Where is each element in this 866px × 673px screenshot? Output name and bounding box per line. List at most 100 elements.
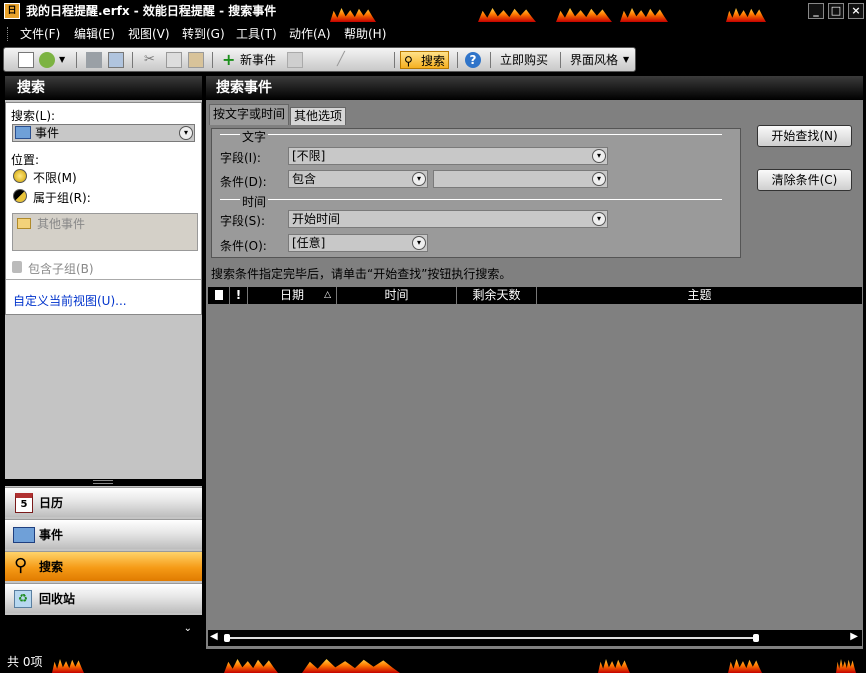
- radio-group-label[interactable]: 属于组(R):: [33, 189, 91, 206]
- radio-unlimited-label[interactable]: 不限(M): [33, 169, 77, 186]
- add-icon[interactable]: +: [222, 51, 235, 69]
- chevron-down-icon[interactable]: ▾: [592, 149, 606, 163]
- clear-criteria-button[interactable]: 清除条件(C): [757, 169, 852, 191]
- chevron-down-icon[interactable]: ▾: [592, 212, 606, 226]
- chevron-down-icon[interactable]: ▾: [412, 172, 426, 186]
- flame-decoration: [728, 659, 762, 673]
- nav-recycle-bin[interactable]: ♻ 回收站: [5, 583, 202, 613]
- nav-search[interactable]: ⚲ 搜索: [5, 551, 202, 581]
- search-type-select[interactable]: 事件 ▾: [12, 124, 195, 142]
- column-date-label: 日期: [279, 288, 304, 302]
- include-subgroups-label[interactable]: 包含子组(B): [28, 260, 94, 277]
- chevron-down-icon[interactable]: ▾: [179, 126, 193, 140]
- edit-icon[interactable]: [287, 52, 303, 68]
- status-bar: 共 0项: [0, 652, 866, 673]
- search-label: 搜索(L):: [11, 109, 56, 123]
- copy-icon[interactable]: [166, 52, 182, 68]
- time-field-select[interactable]: 开始时间 ▾: [288, 210, 608, 228]
- menu-tools[interactable]: 工具(T): [236, 22, 277, 46]
- condition-text-input[interactable]: ▾: [433, 170, 608, 188]
- search-type-value: 事件: [35, 126, 60, 140]
- customize-view-link[interactable]: 自定义当前视图(U)...: [13, 292, 127, 309]
- scroll-left-icon[interactable]: ◀: [210, 631, 218, 642]
- open-dropdown-icon[interactable]: ▼: [59, 51, 65, 69]
- new-document-icon[interactable]: [18, 52, 34, 68]
- new-event-button[interactable]: 新事件: [240, 51, 276, 69]
- print-icon[interactable]: [86, 52, 102, 68]
- toolbar-separator: [560, 52, 561, 68]
- close-button[interactable]: ×: [848, 3, 864, 19]
- cut-icon[interactable]: ✂: [144, 52, 160, 68]
- title-bar: 日 我的日程提醒.erfx - 效能日程提醒 - 搜索事件 _ □ ×: [0, 0, 866, 22]
- paste-icon[interactable]: [188, 52, 204, 68]
- flame-decoration: [302, 659, 400, 673]
- time-condition-select[interactable]: [任意] ▾: [288, 234, 428, 252]
- main-header: 搜索事件: [206, 76, 863, 100]
- splitter[interactable]: [5, 479, 202, 486]
- print-preview-icon[interactable]: [108, 52, 124, 68]
- condition-select[interactable]: 包含 ▾: [288, 170, 428, 188]
- menu-view[interactable]: 视图(V): [128, 22, 170, 46]
- scroll-right-icon[interactable]: ▶: [850, 631, 858, 642]
- sort-ascending-icon: △: [324, 290, 331, 300]
- search-hint: 搜索条件指定完毕后，请单击“开始查找”按钮执行搜索。: [211, 267, 512, 281]
- condition-label: 条件(D):: [220, 175, 267, 189]
- sidebar-header: 搜索: [5, 76, 202, 100]
- radio-unlimited[interactable]: [13, 169, 27, 183]
- text-field-select[interactable]: [不限] ▾: [288, 147, 608, 165]
- nav-calendar[interactable]: 5 日历: [5, 487, 202, 517]
- open-icon[interactable]: [39, 52, 55, 68]
- flame-decoration: [330, 8, 376, 22]
- time-field-label: 字段(S):: [220, 214, 266, 228]
- nav-calendar-label: 日历: [39, 496, 64, 510]
- menu-file[interactable]: 文件(F): [20, 22, 60, 46]
- app-icon[interactable]: 日: [4, 3, 20, 19]
- search-button[interactable]: ⚲ 搜索: [400, 51, 450, 69]
- flame-decoration: [598, 659, 630, 673]
- start-search-button[interactable]: 开始查找(N): [757, 125, 852, 147]
- horizontal-scrollbar[interactable]: ◀ ▶: [208, 630, 862, 646]
- nav-events[interactable]: 事件: [5, 519, 202, 549]
- event-icon: [15, 126, 31, 139]
- column-subject[interactable]: 主题: [537, 287, 862, 304]
- help-icon[interactable]: ?: [465, 52, 481, 68]
- nav-footer: ⌄: [5, 615, 202, 649]
- delete-icon[interactable]: ╱: [337, 52, 353, 68]
- buy-now-button[interactable]: 立即购买: [500, 51, 548, 69]
- theme-button[interactable]: 界面风格: [570, 51, 618, 69]
- column-days-left[interactable]: 剩余天数: [457, 287, 537, 304]
- search-options-panel: 搜索(L): 事件 ▾ 位置: 不限(M) 属于组(R): 其他事件 包含子组(…: [5, 102, 202, 315]
- group-item[interactable]: 其他事件: [37, 215, 85, 232]
- recycle-bin-icon: ♻: [14, 590, 32, 608]
- configure-nav-chevron-icon[interactable]: ⌄: [184, 623, 192, 634]
- chevron-down-icon[interactable]: ▾: [412, 236, 426, 250]
- tab-text-or-time[interactable]: 按文字或时间: [209, 104, 290, 125]
- column-attachment[interactable]: [208, 287, 230, 304]
- flame-decoration: [224, 659, 278, 673]
- menu-grip[interactable]: [7, 27, 10, 41]
- group-list[interactable]: 其他事件: [12, 213, 198, 251]
- maximize-button[interactable]: □: [828, 3, 844, 19]
- toolbar-separator: [394, 52, 395, 68]
- radio-group[interactable]: [13, 189, 27, 203]
- menu-edit[interactable]: 编辑(E): [74, 22, 115, 46]
- scrollbar-track[interactable]: [226, 637, 756, 639]
- column-time[interactable]: 时间: [337, 287, 457, 304]
- scrollbar-thumb[interactable]: [224, 634, 230, 642]
- chevron-down-icon[interactable]: ▾: [592, 172, 606, 186]
- column-importance[interactable]: !: [230, 287, 248, 304]
- flame-decoration: [556, 8, 612, 22]
- tab-other-options[interactable]: 其他选项: [290, 107, 347, 125]
- window-title: 我的日程提醒.erfx - 效能日程提醒 - 搜索事件: [26, 4, 277, 18]
- column-date[interactable]: 日期 △: [248, 287, 337, 304]
- menu-actions[interactable]: 动作(A): [289, 22, 331, 46]
- menu-help[interactable]: 帮助(H): [344, 22, 386, 46]
- menu-goto[interactable]: 转到(G): [182, 22, 225, 46]
- magnifier-icon: ⚲: [14, 555, 28, 576]
- position-label: 位置:: [11, 153, 40, 167]
- minimize-button[interactable]: _: [808, 3, 824, 19]
- checkbox-include-subgroups[interactable]: [12, 261, 22, 273]
- scrollbar-end-handle[interactable]: [753, 634, 759, 642]
- text-field-value: [不限]: [292, 149, 326, 163]
- theme-dropdown-icon[interactable]: ▼: [623, 51, 629, 69]
